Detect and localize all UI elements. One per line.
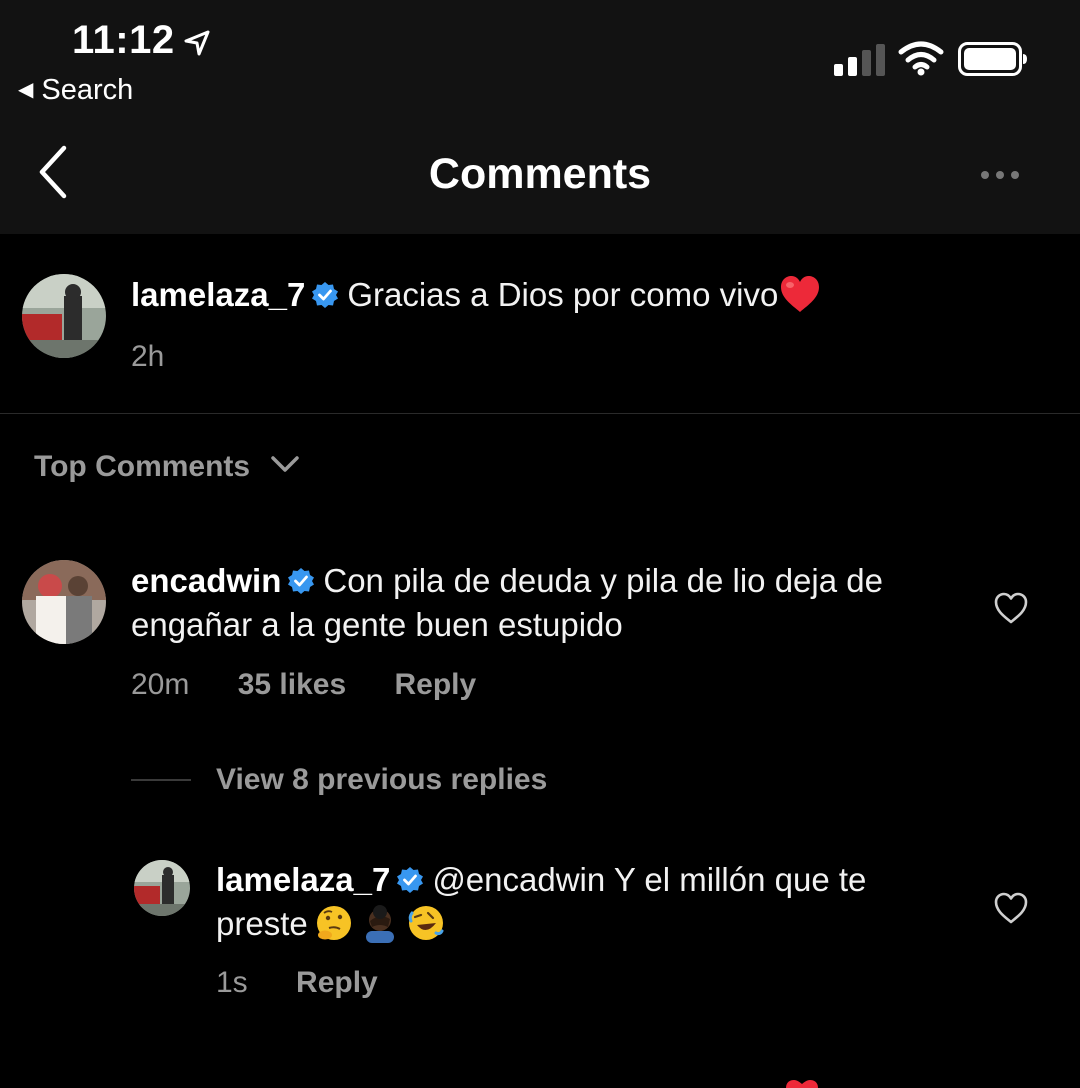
red-heart-emoji-icon [786,1080,818,1088]
back-triangle-icon: ◀ [18,79,34,101]
wifi-icon [898,41,944,76]
top-bar: 11:12 ◀ Search Comments [0,0,1080,234]
cellular-signal-icon [834,44,885,76]
verified-badge-icon [397,867,424,893]
caption-text: lamelaza_7 Gracias a Dios por como vivo [131,273,1031,317]
divider [0,413,1080,414]
username-link[interactable]: encadwin [131,562,281,599]
comment-meta: 20m 35 likes Reply [131,668,476,702]
comment-time: 20m [131,668,190,701]
avatar[interactable] [134,860,190,916]
username-link[interactable]: lamelaza_7 [131,276,305,313]
back-app-label: Search [41,74,134,106]
avatar[interactable] [22,560,106,644]
verified-badge-icon [288,568,315,594]
caption-meta: 2h [131,340,164,374]
caption-time: 2h [131,340,165,373]
reply-meta: 1s Reply [216,966,378,1000]
replies-divider [131,779,191,781]
reply-button[interactable]: Reply [296,966,378,999]
top-comments-dropdown[interactable]: Top Comments [34,450,300,484]
chevron-down-icon [271,456,299,472]
like-heart-icon[interactable] [993,891,1029,925]
more-options-button[interactable] [978,168,1022,182]
red-heart-emoji-icon [781,276,820,312]
section-label: Top Comments [34,450,251,483]
like-heart-icon[interactable] [993,591,1029,625]
likes-count[interactable]: 35 likes [238,668,346,701]
rolling-on-floor-laughing-emoji-icon [408,906,444,940]
page-title: Comments [428,150,652,198]
battery-icon [958,42,1027,76]
back-to-search[interactable]: ◀ Search [18,74,133,107]
verified-badge-icon [312,282,339,308]
reply-time: 1s [216,966,248,999]
reply-text: lamelaza_7 @encadwin Y el millón que te p… [216,858,956,946]
comment-text: encadwin Con pila de deuda y pila de lio … [131,559,961,647]
location-arrow-icon [184,30,210,56]
facepalm-emoji-icon [365,905,394,943]
thinking-face-emoji-icon [316,906,351,940]
caption-body: Gracias a Dios por como vivo [347,276,779,313]
view-previous-replies-button[interactable]: View 8 previous replies [216,763,547,797]
username-link[interactable]: lamelaza_7 [216,861,390,898]
avatar[interactable] [22,274,106,358]
reply-button[interactable]: Reply [394,668,476,701]
status-time: 11:12 [72,18,175,62]
